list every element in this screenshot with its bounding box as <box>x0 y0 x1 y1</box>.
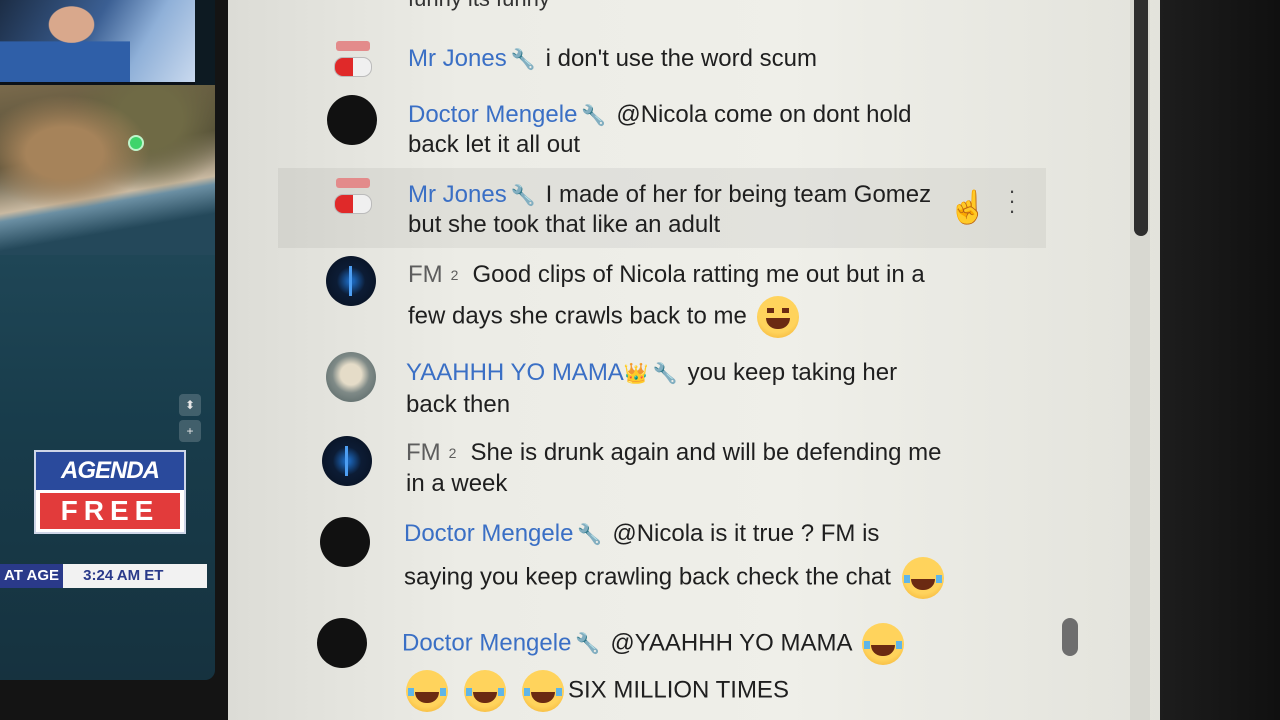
message-text: Good clips of Nicola ratting me out but … <box>472 261 925 288</box>
message-text-continued: back let it all out <box>408 131 581 158</box>
partial-message-text: funny its funny <box>408 0 550 12</box>
page-scrollbar-thumb[interactable] <box>1134 0 1148 236</box>
message-text: I made of her for being team Gomez <box>545 181 932 208</box>
chat-scrollbar-thumb[interactable] <box>1062 618 1078 656</box>
author-name[interactable]: FM <box>406 439 441 466</box>
wrench-icon: 🔧 <box>581 105 607 127</box>
avatar[interactable] <box>330 172 380 222</box>
avatar[interactable] <box>320 517 370 567</box>
member-badge: 2 <box>450 267 459 283</box>
chat-message: YAAHHH YO MAMA👑 🔧 you keep taking her <box>406 358 897 389</box>
video-player[interactable]: ⬍ + AGENDA FREE AT AGE 3:24 AM ET <box>0 0 215 680</box>
chat-message-line2: saying you keep crawling back check the … <box>404 557 948 599</box>
message-text-continued: back then <box>406 391 511 418</box>
webcam-overlay <box>0 0 195 85</box>
message-text-continued: SIX MILLION TIMES <box>568 676 789 704</box>
wrench-icon: 🔧 <box>575 633 601 656</box>
ticker-time: 3:24 AM ET <box>83 567 164 584</box>
time-ticker: AT AGE 3:24 AM ET <box>0 564 207 588</box>
chat-message: Doctor Mengele 🔧 @Nicola is it true ? FM i… <box>404 519 879 550</box>
logo-text-top: AGENDA <box>36 452 184 490</box>
author-name[interactable]: Mr Jones <box>408 45 507 72</box>
wrench-icon: 🔧 <box>652 363 678 385</box>
message-text-continued: saying you keep crawling back check the … <box>404 563 891 591</box>
tears-of-joy-emoji-icon <box>861 623 904 665</box>
channel-logo: AGENDA FREE <box>34 450 186 534</box>
message-text: @Nicola is it true ? FM is <box>612 520 880 547</box>
member-badge: 2 <box>448 445 457 461</box>
wrench-icon: 🔧 <box>510 49 536 71</box>
chat-message: Doctor Mengele 🔧 @Nicola come on dont hold <box>408 100 912 131</box>
message-text: @YAAHHH YO MAMA <box>610 629 852 657</box>
tears-of-joy-emoji-icon <box>522 670 564 712</box>
laughing-emoji-icon <box>757 296 800 338</box>
crown-icon: 👑 <box>623 363 649 385</box>
tears-of-joy-emoji-icon <box>464 670 506 712</box>
screen: ⬍ + AGENDA FREE AT AGE 3:24 AM ET funny … <box>0 0 1280 720</box>
author-name[interactable]: Doctor Mengele <box>402 629 571 656</box>
avatar[interactable] <box>326 256 376 306</box>
map-controls: ⬍ + <box>176 390 204 450</box>
chat-message: Doctor Mengele 🔧 @YAAHHH YO MAMA <box>402 623 908 665</box>
author-name[interactable]: Doctor Mengele <box>404 520 573 547</box>
hand-cursor-icon: ☝ <box>948 189 988 225</box>
ticker-label: AT AGE <box>0 564 63 588</box>
wrench-icon: 🔧 <box>577 524 603 546</box>
more-vert-icon[interactable]: · · · <box>1005 180 1019 222</box>
message-text: i don't use the word scum <box>545 45 817 72</box>
message-text-continued: but she took that like an adult <box>408 211 721 238</box>
wrench-icon: 🔧 <box>510 185 536 207</box>
chat-message-line2: few days she crawls back to me <box>408 296 803 338</box>
message-text: @Nicola come on dont hold <box>616 101 912 128</box>
chat-message: Mr Jones 🔧 I made of her for being team Go… <box>408 180 931 211</box>
avatar[interactable] <box>327 95 377 145</box>
author-name[interactable]: Mr Jones <box>408 181 507 208</box>
author-name[interactable]: Doctor Mengele <box>408 101 577 128</box>
map-location-marker <box>128 135 144 151</box>
chat-message: Mr Jones 🔧 i don't use the word scum <box>408 44 817 75</box>
message-text-continued: few days she crawls back to me <box>408 302 747 330</box>
chat-message: FM 2 Good clips of Nicola ratting me out b… <box>408 260 925 290</box>
message-text: She is drunk again and will be defending… <box>470 439 942 466</box>
logo-text-bottom: FREE <box>40 493 180 529</box>
avatar[interactable] <box>330 35 380 85</box>
streamer-image <box>0 0 130 82</box>
avatar[interactable] <box>326 352 376 402</box>
screen-bezel <box>1160 0 1280 720</box>
tears-of-joy-emoji-icon <box>901 557 944 599</box>
chat-message-line2: SIX MILLION TIMES <box>402 670 789 712</box>
chat-message: FM 2 She is drunk again and will be defend… <box>406 438 941 468</box>
satellite-map <box>0 85 215 255</box>
avatar[interactable] <box>322 436 372 486</box>
compass-icon[interactable]: ⬍ <box>179 394 201 416</box>
tears-of-joy-emoji-icon <box>406 670 448 712</box>
zoom-icon[interactable]: + <box>179 420 201 442</box>
author-name[interactable]: YAAHHH YO MAMA <box>406 359 624 386</box>
avatar[interactable] <box>317 618 367 668</box>
message-text-continued: in a week <box>406 470 508 497</box>
message-text: you keep taking her <box>687 359 898 386</box>
author-name[interactable]: FM <box>408 261 443 288</box>
